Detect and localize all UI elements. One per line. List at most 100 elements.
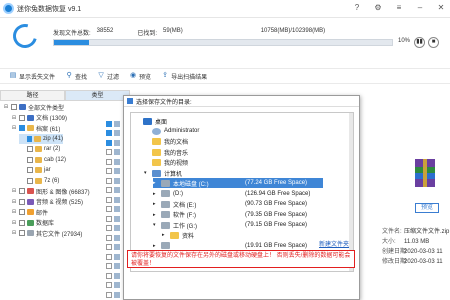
expand-toggle-icon[interactable]: ⊟ bbox=[11, 199, 17, 205]
tree-node[interactable]: ⊟ 数据库 bbox=[11, 218, 54, 228]
tree-node-checkbox[interactable] bbox=[19, 230, 25, 236]
folder-tree-node[interactable]: 我的音乐 bbox=[144, 147, 188, 157]
folder-tree-node[interactable]: ▾ 工作 (G:) (79.15 GB Free Space) bbox=[153, 220, 307, 230]
tree-node[interactable]: ⊟ 图形 & 图像 (66837) bbox=[11, 186, 90, 196]
file-row-checkbox[interactable] bbox=[106, 282, 112, 288]
find-button[interactable]: ⚲ 查找 bbox=[62, 72, 90, 81]
help-icon[interactable]: ? bbox=[352, 3, 362, 12]
export-button[interactable]: ⇪ 导出扫描结果 bbox=[158, 72, 210, 81]
file-row[interactable] bbox=[106, 138, 120, 147]
file-row[interactable] bbox=[106, 195, 120, 204]
file-row-checkbox[interactable] bbox=[106, 139, 112, 146]
expand-toggle-icon[interactable]: ⊟ bbox=[11, 209, 17, 215]
tree-node-checkbox[interactable] bbox=[19, 125, 25, 131]
tree-node-checkbox[interactable] bbox=[19, 209, 25, 215]
file-row[interactable] bbox=[106, 243, 120, 252]
file-row[interactable] bbox=[106, 252, 120, 261]
tab-path[interactable]: 路径 bbox=[0, 90, 65, 101]
file-row[interactable] bbox=[106, 157, 120, 166]
file-row-checkbox[interactable] bbox=[106, 272, 112, 279]
file-row[interactable] bbox=[106, 167, 120, 176]
file-row[interactable] bbox=[106, 176, 120, 185]
tree-node[interactable]: cab (12) bbox=[19, 155, 66, 165]
tree-node[interactable]: rar (2) bbox=[19, 144, 60, 154]
tree-node-checkbox[interactable] bbox=[11, 104, 17, 110]
show-lost-button[interactable]: ▤ 显示丢失文件 bbox=[6, 72, 58, 81]
file-row[interactable] bbox=[106, 186, 120, 195]
folder-tree-node[interactable]: Administrator bbox=[144, 126, 199, 136]
file-row-checkbox[interactable] bbox=[106, 206, 112, 212]
file-row[interactable] bbox=[106, 214, 120, 223]
tree-node[interactable]: ⊟ 档案 (61) bbox=[11, 123, 60, 133]
file-row-checkbox[interactable] bbox=[106, 215, 112, 222]
file-row-checkbox[interactable] bbox=[106, 225, 112, 231]
preview-button[interactable]: 预览 bbox=[415, 203, 439, 213]
file-row-checkbox[interactable] bbox=[106, 130, 112, 136]
folder-tree-node[interactable]: ▸ 资料 bbox=[162, 230, 194, 240]
folder-tree-node[interactable]: 桌面 bbox=[135, 116, 167, 126]
tree-node-checkbox[interactable] bbox=[19, 219, 25, 226]
stop-button[interactable]: ■ bbox=[428, 37, 439, 48]
file-row[interactable] bbox=[106, 281, 120, 290]
file-row-checkbox[interactable] bbox=[106, 253, 112, 260]
folder-tree-node[interactable]: 我的视频 bbox=[144, 158, 188, 168]
minimize-icon[interactable]: – bbox=[415, 3, 425, 12]
file-row[interactable] bbox=[106, 148, 120, 157]
settings-icon[interactable]: ⚙ bbox=[373, 3, 383, 12]
file-row[interactable] bbox=[106, 262, 120, 271]
tree-node-checkbox[interactable] bbox=[19, 198, 25, 205]
tree-node[interactable]: 7z (6) bbox=[19, 176, 59, 186]
tree-node[interactable]: ⊟ 邮件 bbox=[11, 207, 48, 217]
file-row-checkbox[interactable] bbox=[106, 244, 112, 250]
tree-node-checkbox[interactable] bbox=[27, 156, 33, 163]
file-row-checkbox[interactable] bbox=[106, 187, 112, 193]
file-row[interactable] bbox=[106, 233, 120, 242]
tree-node[interactable]: zip (41) bbox=[19, 133, 63, 144]
expand-toggle-icon[interactable]: ▸ bbox=[153, 243, 158, 249]
expand-toggle-icon[interactable]: ▾ bbox=[144, 170, 149, 176]
file-row-checkbox[interactable] bbox=[106, 196, 112, 203]
file-row-checkbox[interactable] bbox=[106, 158, 112, 165]
expand-toggle-icon[interactable]: ▸ bbox=[153, 180, 158, 186]
tree-node[interactable]: ⊟ 全部文件类型 bbox=[3, 102, 64, 112]
file-row-checkbox[interactable] bbox=[106, 177, 112, 184]
close-icon[interactable]: ✕ bbox=[436, 3, 446, 12]
file-row-checkbox[interactable] bbox=[106, 168, 112, 174]
file-row-checkbox[interactable] bbox=[106, 120, 112, 127]
tree-node[interactable]: ⊟ 其它文件 (27934) bbox=[11, 228, 82, 238]
expand-toggle-icon[interactable]: ▸ bbox=[162, 232, 167, 238]
expand-toggle-icon[interactable]: ▸ bbox=[153, 191, 158, 197]
tree-node-checkbox[interactable] bbox=[19, 114, 25, 121]
expand-toggle-icon[interactable]: ⊟ bbox=[3, 104, 9, 110]
folder-tree-node[interactable]: ▸ 软件 (F:) (79.35 GB Free Space) bbox=[153, 210, 307, 220]
file-row-checkbox[interactable] bbox=[106, 234, 112, 241]
tree-node[interactable]: ⊟ 文档 (1309) bbox=[11, 113, 67, 123]
tree-node-checkbox[interactable] bbox=[27, 177, 33, 184]
expand-toggle-icon[interactable]: ⊟ bbox=[11, 188, 17, 194]
file-row[interactable] bbox=[106, 271, 120, 280]
tree-node[interactable]: jar bbox=[19, 165, 51, 175]
file-row[interactable] bbox=[106, 129, 120, 138]
tree-node-checkbox[interactable] bbox=[26, 135, 33, 142]
menu-icon[interactable]: ≡ bbox=[394, 3, 404, 12]
folder-tree-node[interactable]: ▾ 计算机 bbox=[144, 168, 182, 178]
file-row-checkbox[interactable] bbox=[106, 263, 112, 269]
filter-button[interactable]: ▽ 过滤 bbox=[94, 72, 122, 81]
preview-toggle-button[interactable]: ◉ 预览 bbox=[126, 72, 154, 81]
file-row-checkbox[interactable] bbox=[106, 291, 112, 298]
file-row[interactable] bbox=[106, 224, 120, 233]
file-row[interactable] bbox=[106, 205, 120, 214]
expand-toggle-icon[interactable]: ⊟ bbox=[11, 115, 17, 121]
expand-toggle-icon[interactable]: ▸ bbox=[153, 212, 158, 218]
expand-toggle-icon[interactable]: ▸ bbox=[153, 201, 158, 207]
expand-toggle-icon[interactable]: ▾ bbox=[153, 222, 158, 228]
tree-node[interactable]: ⊟ 音频 & 视频 (525) bbox=[11, 197, 83, 207]
expand-toggle-icon[interactable]: ⊟ bbox=[11, 230, 17, 236]
expand-toggle-icon[interactable]: ⊟ bbox=[11, 220, 17, 226]
pause-button[interactable]: ▮▮ bbox=[414, 37, 425, 48]
tree-node-checkbox[interactable] bbox=[27, 146, 33, 152]
folder-tree-node[interactable]: ▸ 文档 (E:) (90.73 GB Free Space) bbox=[153, 199, 307, 209]
folder-tree-node[interactable]: 我的文档 bbox=[144, 137, 188, 147]
tree-node-checkbox[interactable] bbox=[19, 188, 25, 194]
file-row[interactable] bbox=[106, 290, 120, 299]
